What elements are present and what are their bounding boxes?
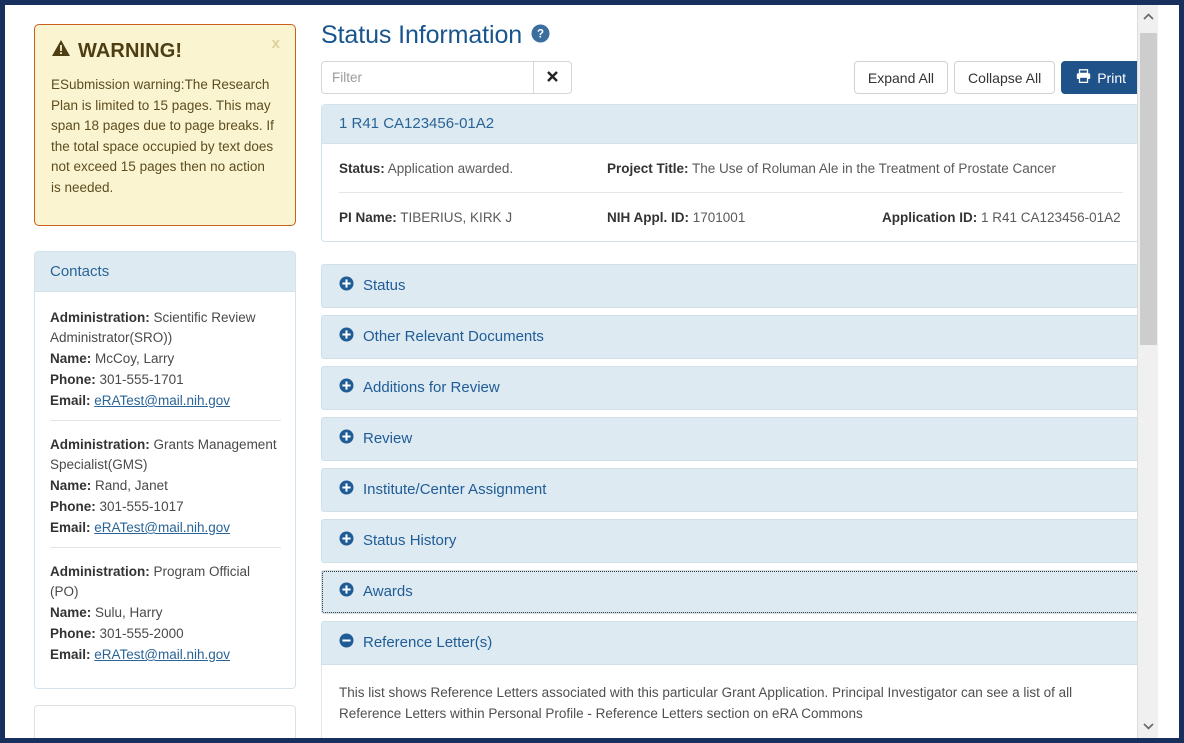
page-title: Status Information ? — [321, 21, 1141, 50]
main-content: Status Information ? Filter Expand All C… — [321, 21, 1141, 738]
page-body: x WARNING! ESubmission warning:The Resea… — [5, 5, 1158, 738]
accordion-item: Additions for Review — [321, 366, 1141, 410]
contact-item: Administration: Grants Management Specia… — [50, 420, 281, 547]
print-button-label: Print — [1097, 69, 1126, 86]
chevron-up-icon — [1142, 13, 1154, 21]
plus-circle-icon — [339, 276, 354, 295]
contact-name: Name: Rand, Janet — [50, 478, 168, 493]
chevron-down-icon — [1142, 722, 1154, 730]
accordion-header-status[interactable]: Status — [321, 264, 1141, 308]
warning-title: WARNING! — [51, 39, 281, 63]
accordion-body: This list shows Reference Letters associ… — [321, 665, 1141, 738]
application-summary-card: 1 R41 CA123456-01A2 Status: Application … — [321, 104, 1141, 242]
contact-administration: Administration: Grants Management Specia… — [50, 437, 277, 472]
plus-circle-icon — [339, 429, 354, 448]
application-row: Status: Application awarded. Project Tit… — [339, 144, 1123, 192]
status-field: Status: Application awarded. — [339, 161, 514, 176]
accordion-label: Status — [363, 277, 406, 294]
accordion-header-review[interactable]: Review — [321, 417, 1141, 461]
filter-input[interactable] — [321, 61, 533, 94]
contact-phone: Phone: 301-555-1701 — [50, 372, 184, 387]
page-title-text: Status Information — [321, 21, 523, 49]
contact-email: Email: eRATest@mail.nih.gov — [50, 647, 231, 662]
scrollbar-thumb[interactable] — [1140, 33, 1157, 345]
accordion-header-additions-for-review[interactable]: Additions for Review — [321, 366, 1141, 410]
warning-title-text: WARNING! — [78, 39, 183, 62]
accordion-item: Awards — [321, 570, 1141, 614]
contact-item: Administration: Scientific Review Admini… — [50, 298, 281, 420]
contact-administration: Administration: Scientific Review Admini… — [50, 310, 256, 345]
accordion-label: Institute/Center Assignment — [363, 481, 547, 498]
scroll-up-arrow[interactable] — [1138, 7, 1158, 27]
browser-window: x WARNING! ESubmission warning:The Resea… — [0, 0, 1184, 743]
contact-item: Administration: Program Official (PO) Na… — [50, 547, 281, 674]
nih-appl-id-field: NIH Appl. ID: 1701001 — [607, 210, 746, 225]
contacts-list: Administration: Scientific Review Admini… — [35, 292, 295, 688]
next-panel-placeholder — [34, 705, 296, 738]
accordion-label: Awards — [363, 583, 413, 600]
plus-circle-icon — [339, 531, 354, 550]
toolbar-buttons: Expand All Collapse All Print — [848, 61, 1141, 94]
accordion-item: Status — [321, 264, 1141, 308]
warning-alert: x WARNING! ESubmission warning:The Resea… — [34, 24, 296, 226]
collapse-all-button[interactable]: Collapse All — [954, 61, 1056, 94]
project-title-field: Project Title: The Use of Roluman Ale in… — [607, 161, 1056, 176]
contact-email-link[interactable]: eRATest@mail.nih.gov — [94, 647, 230, 662]
accordion-header-institute-center-assignment[interactable]: Institute/Center Assignment — [321, 468, 1141, 512]
close-x-icon — [546, 70, 559, 86]
plus-circle-icon — [339, 327, 354, 346]
grant-number-header: 1 R41 CA123456-01A2 — [322, 105, 1140, 144]
toolbar: Expand All Collapse All Print — [321, 61, 1141, 94]
vertical-scrollbar[interactable] — [1137, 5, 1158, 738]
contact-email: Email: eRATest@mail.nih.gov — [50, 393, 231, 408]
accordion-label: Status History — [363, 532, 457, 549]
contacts-panel-title: Contacts — [35, 252, 295, 292]
scroll-down-arrow[interactable] — [1138, 716, 1158, 736]
contacts-panel: Contacts Administration: Scientific Revi… — [34, 251, 296, 689]
accordion-item: Reference Letter(s) This list shows Refer… — [321, 621, 1141, 738]
warning-triangle-icon — [51, 39, 71, 63]
status-sections-accordion: Status Other Relevant Documents Additions … — [321, 264, 1141, 738]
contact-phone: Phone: 301-555-1017 — [50, 499, 184, 514]
plus-circle-icon — [339, 378, 354, 397]
application-id-field: Application ID: 1 R41 CA123456-01A2 — [882, 210, 1121, 225]
accordion-body-text: This list shows Reference Letters associ… — [339, 685, 1073, 721]
contact-email-link[interactable]: eRATest@mail.nih.gov — [94, 520, 230, 535]
contact-administration: Administration: Program Official (PO) — [50, 564, 251, 599]
accordion-label: Other Relevant Documents — [363, 328, 544, 345]
accordion-item: Institute/Center Assignment — [321, 468, 1141, 512]
accordion-header-reference-letter-s[interactable]: Reference Letter(s) — [321, 621, 1141, 665]
filter-clear-button[interactable] — [533, 61, 572, 94]
filter-group — [321, 61, 572, 94]
plus-circle-icon — [339, 582, 354, 601]
plus-circle-icon — [339, 480, 354, 499]
contact-name: Name: Sulu, Harry — [50, 605, 163, 620]
minus-circle-icon — [339, 633, 354, 652]
contact-email-link[interactable]: eRATest@mail.nih.gov — [94, 393, 230, 408]
accordion-header-status-history[interactable]: Status History — [321, 519, 1141, 563]
contact-phone: Phone: 301-555-2000 — [50, 626, 184, 641]
pi-name-field: PI Name: TIBERIUS, KIRK J — [339, 210, 513, 225]
accordion-label: Additions for Review — [363, 379, 500, 396]
contact-email: Email: eRATest@mail.nih.gov — [50, 520, 231, 535]
contact-name: Name: McCoy, Larry — [50, 351, 175, 366]
accordion-header-awards[interactable]: Awards — [321, 570, 1141, 614]
expand-all-button[interactable]: Expand All — [853, 61, 949, 94]
accordion-label: Review — [363, 430, 413, 447]
svg-text:?: ? — [537, 29, 544, 41]
application-summary-body: Status: Application awarded. Project Tit… — [322, 144, 1140, 241]
printer-icon — [1076, 69, 1091, 86]
accordion-item: Review — [321, 417, 1141, 461]
print-button[interactable]: Print — [1061, 61, 1141, 94]
accordion-item: Status History — [321, 519, 1141, 563]
help-circle-icon[interactable]: ? — [531, 21, 550, 50]
warning-message: ESubmission warning:The Research Plan is… — [51, 77, 274, 195]
accordion-item: Other Relevant Documents — [321, 315, 1141, 359]
warning-close-button[interactable]: x — [269, 34, 283, 53]
accordion-label: Reference Letter(s) — [363, 634, 493, 651]
application-row: PI Name: TIBERIUS, KIRK J NIH Appl. ID: … — [339, 192, 1123, 241]
accordion-header-other-relevant-documents[interactable]: Other Relevant Documents — [321, 315, 1141, 359]
left-sidebar: x WARNING! ESubmission warning:The Resea… — [34, 24, 296, 738]
